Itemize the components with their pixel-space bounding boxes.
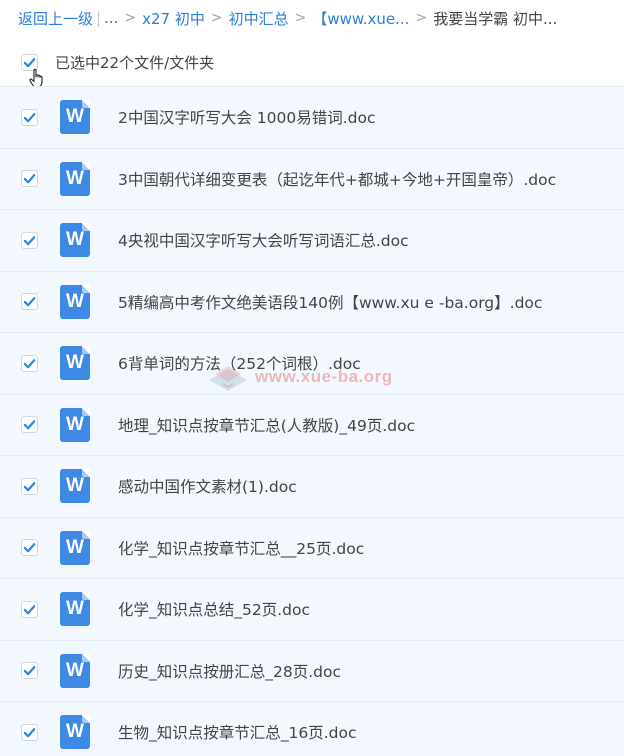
selection-count: 已选中22个文件/文件夹 <box>55 53 215 72</box>
file-icon-letter: W <box>66 106 84 128</box>
file-row[interactable]: W 6背单词的方法（252个词根）.doc <box>0 332 624 394</box>
word-doc-icon: W <box>60 592 90 627</box>
word-doc-icon: W <box>60 653 90 688</box>
file-row[interactable]: W 生物_知识点按章节汇总_16页.doc <box>0 701 624 756</box>
breadcrumb-divider: | <box>96 9 102 27</box>
file-row[interactable]: W 化学_知识点按章节汇总__25页.doc <box>0 516 624 578</box>
chevron-right-icon: > <box>124 10 137 26</box>
word-doc-icon: W <box>60 715 90 750</box>
breadcrumb-ellipsis[interactable]: ... <box>104 9 118 27</box>
checkmark-icon <box>23 235 36 246</box>
file-name[interactable]: 5精编高中考作文绝美语段140例【www.xu e -ba.org】.doc <box>118 291 542 313</box>
file-checkbox[interactable] <box>21 600 38 618</box>
breadcrumb-current: 我要当学霸 初中... <box>433 9 558 28</box>
word-doc-icon: W <box>60 284 90 319</box>
file-name[interactable]: 生物_知识点按章节汇总_16页.doc <box>118 721 357 743</box>
file-checkbox[interactable] <box>21 108 38 126</box>
breadcrumb: 返回上一级 | ... > x27 初中 > 初中汇总 > 【www.xue..… <box>0 0 624 36</box>
word-doc-icon: W <box>60 161 90 196</box>
file-icon-letter: W <box>66 413 84 435</box>
checkmark-icon <box>23 174 36 184</box>
chevron-right-icon: > <box>294 10 307 26</box>
file-name[interactable]: 4央视中国汉字听写大会听写词语汇总.doc <box>118 229 409 251</box>
checkmark-icon <box>23 727 36 738</box>
breadcrumb-item[interactable]: 【www.xue... <box>312 8 409 29</box>
file-checkbox[interactable] <box>21 416 38 434</box>
file-row[interactable]: W 2中国汉字听写大会 1000易错词.doc <box>0 86 624 148</box>
file-checkbox[interactable] <box>21 539 38 557</box>
checkmark-icon <box>23 297 36 307</box>
checkmark-icon <box>23 358 36 369</box>
file-checkbox[interactable] <box>21 170 38 188</box>
file-icon-letter: W <box>66 229 84 251</box>
select-all-bar: 已选中22个文件/文件夹 <box>0 44 624 88</box>
checkmark-icon <box>23 666 36 676</box>
file-row[interactable]: W 3中国朝代详细变更表（起讫年代+都城+今地+开国皇帝）.doc <box>0 147 624 209</box>
file-name[interactable]: 2中国汉字听写大会 1000易错词.doc <box>118 106 376 128</box>
checkmark-icon <box>23 604 36 615</box>
file-name[interactable]: 化学_知识点按章节汇总__25页.doc <box>118 537 364 559</box>
word-doc-icon: W <box>60 407 90 442</box>
file-icon-letter: W <box>66 167 84 189</box>
file-row[interactable]: W 化学_知识点总结_52页.doc <box>0 578 624 640</box>
file-checkbox[interactable] <box>21 231 38 249</box>
breadcrumb-item[interactable]: 初中汇总 <box>229 8 289 29</box>
checkmark-icon <box>23 543 36 553</box>
word-doc-icon: W <box>60 530 90 565</box>
file-checkbox[interactable] <box>21 354 38 372</box>
file-icon-letter: W <box>66 721 84 743</box>
file-icon-letter: W <box>66 352 84 374</box>
back-link[interactable]: 返回上一级 <box>18 8 93 29</box>
checkmark-icon <box>23 481 36 492</box>
file-name[interactable]: 地理_知识点按章节汇总(人教版)_49页.doc <box>118 414 415 436</box>
file-row[interactable]: W 历史_知识点按册汇总_28页.doc <box>0 639 624 701</box>
file-row[interactable]: W 4央视中国汉字听写大会听写词语汇总.doc <box>0 209 624 271</box>
word-doc-icon: W <box>60 100 90 135</box>
file-row[interactable]: W 5精编高中考作文绝美语段140例【www.xu e -ba.org】.doc <box>0 270 624 332</box>
checkmark-icon <box>23 420 36 430</box>
word-doc-icon: W <box>60 346 90 381</box>
file-icon-letter: W <box>66 475 84 497</box>
chevron-right-icon: > <box>415 10 428 26</box>
word-doc-icon: W <box>60 223 90 258</box>
file-name[interactable]: 化学_知识点总结_52页.doc <box>118 598 310 620</box>
file-row[interactable]: W 地理_知识点按章节汇总(人教版)_49页.doc <box>0 393 624 455</box>
chevron-right-icon: > <box>210 10 223 26</box>
file-row[interactable]: W 感动中国作文素材(1).doc <box>0 455 624 517</box>
file-icon-letter: W <box>66 659 84 681</box>
checkmark-icon <box>23 112 36 123</box>
breadcrumb-item[interactable]: x27 初中 <box>142 8 205 29</box>
file-name[interactable]: 历史_知识点按册汇总_28页.doc <box>118 660 341 682</box>
file-checkbox[interactable] <box>21 662 38 680</box>
file-list: W 2中国汉字听写大会 1000易错词.doc W 3中国朝代详细变更表（起讫年代+都… <box>0 86 624 756</box>
file-name[interactable]: 3中国朝代详细变更表（起讫年代+都城+今地+开国皇帝）.doc <box>118 168 556 190</box>
file-icon-letter: W <box>66 290 84 312</box>
file-checkbox[interactable] <box>21 293 38 311</box>
file-name[interactable]: 感动中国作文素材(1).doc <box>118 475 297 497</box>
file-checkbox[interactable] <box>21 477 38 495</box>
file-icon-letter: W <box>66 598 84 620</box>
file-checkbox[interactable] <box>21 723 38 741</box>
file-name[interactable]: 6背单词的方法（252个词根）.doc <box>118 352 361 374</box>
word-doc-icon: W <box>60 469 90 504</box>
file-icon-letter: W <box>66 536 84 558</box>
